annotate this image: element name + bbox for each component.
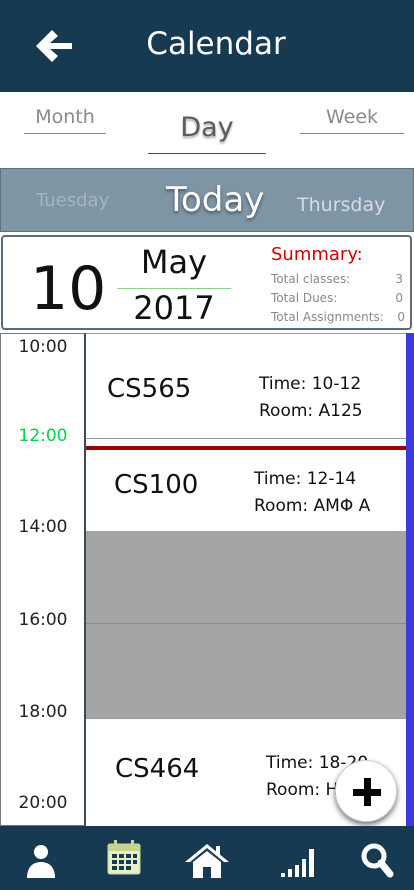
summary-label: Total Assignments:: [271, 310, 384, 324]
user-icon: [27, 845, 55, 878]
tab-day[interactable]: Day: [148, 112, 266, 154]
scroll-indicator: [406, 333, 414, 826]
current-day-label: Today: [166, 180, 265, 220]
date-month: May: [140, 243, 208, 281]
time-label: 10:00: [18, 337, 68, 357]
summary-value: 0: [397, 310, 405, 324]
page-title: Calendar: [146, 26, 286, 62]
date-day: 10: [30, 254, 107, 324]
event-course: CS100: [114, 470, 199, 500]
home-icon: [185, 844, 229, 878]
search-icon: [361, 843, 394, 878]
event-time: Time: 10-12: [259, 374, 362, 394]
event-room: Room: H: [266, 780, 339, 800]
summary-label: Total Dues:: [271, 291, 338, 305]
summary-label: Total classes:: [271, 272, 351, 286]
calendar-icon: [107, 840, 141, 875]
time-label: 18:00: [18, 702, 68, 722]
summary-title: Summary:: [271, 244, 363, 265]
unavailable-block: [86, 531, 414, 718]
add-event-button[interactable]: [335, 760, 397, 822]
event-time: Time: 12-14: [254, 469, 357, 489]
nav-search-button[interactable]: [352, 838, 402, 882]
divider: [86, 623, 414, 624]
tab-week[interactable]: Week: [300, 106, 404, 134]
time-label: 14:00: [18, 517, 68, 537]
event-room: Room: A125: [259, 401, 363, 421]
summary-value: 0: [395, 291, 403, 305]
nav-home-button[interactable]: [182, 838, 232, 882]
nav-calendar-button[interactable]: [99, 838, 149, 882]
plus-icon: [353, 778, 381, 806]
previous-day-button[interactable]: Tuesday: [36, 190, 109, 211]
tab-month[interactable]: Month: [24, 106, 106, 134]
time-column: [0, 333, 86, 826]
date-year: 2017: [133, 289, 215, 327]
event-course: CS565: [107, 374, 192, 404]
signal-bars-icon: [281, 849, 314, 877]
current-time-line: [86, 446, 406, 450]
time-label: 16:00: [18, 610, 68, 630]
summary-value: 3: [395, 272, 403, 286]
event-course: CS464: [115, 754, 200, 784]
nav-stats-button[interactable]: [275, 838, 325, 882]
current-time-label: 12:00: [18, 426, 68, 446]
time-label: 20:00: [18, 793, 68, 813]
nav-profile-button[interactable]: [16, 838, 66, 882]
next-day-button[interactable]: Thursday: [297, 194, 385, 216]
event-room: Room: ΑΜΦ Α: [254, 496, 371, 516]
